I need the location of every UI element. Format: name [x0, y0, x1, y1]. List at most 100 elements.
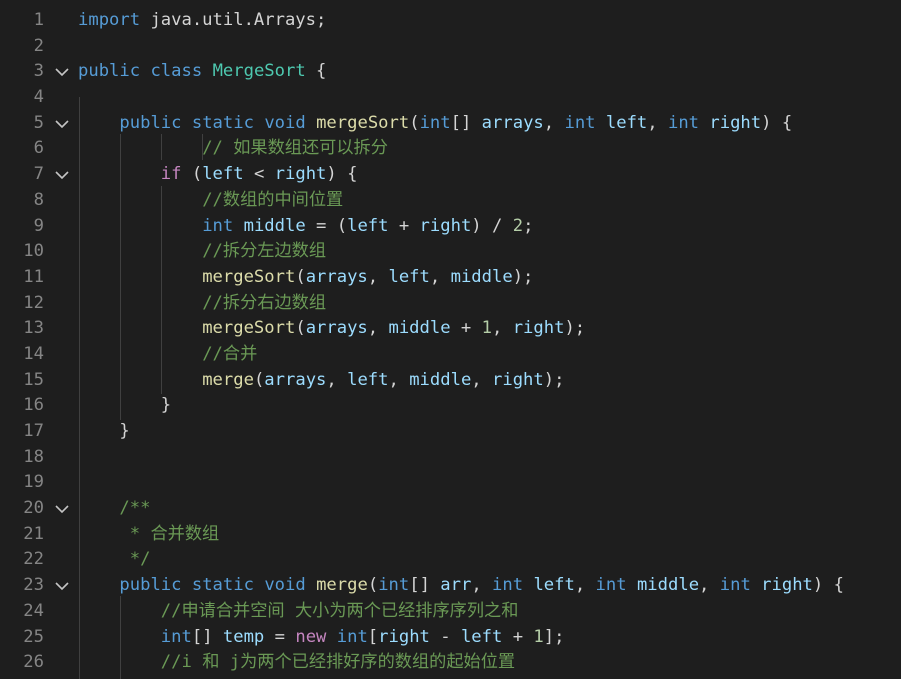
line-content: if (left < right) { [78, 162, 358, 188]
code-token: //拆分左边数组 [202, 241, 327, 262]
code-token: left [347, 369, 389, 390]
line-number: 5 [33, 112, 44, 133]
code-token: // 如果数组还可以拆分 [202, 138, 388, 159]
code-line[interactable]: 17 } [0, 419, 901, 445]
code-line[interactable]: 3 public class MergeSort { [0, 59, 901, 85]
code-line[interactable]: 24 //申请合并空间 大小为两个已经排序序列之和 [0, 599, 901, 625]
code-token: public [119, 112, 182, 133]
line-content: public class MergeSort { [78, 59, 326, 85]
code-token: int [719, 575, 751, 596]
line-content: public static void merge(int[] arr, int … [78, 573, 844, 599]
code-token: , [429, 266, 451, 287]
code-line[interactable]: 7 if (left < right) { [0, 162, 901, 188]
line-content: //合并 [78, 342, 257, 368]
code-line[interactable]: 23 public static void merge(int[] arr, i… [0, 573, 901, 599]
code-line[interactable]: 25 int[] temp = new int[right - left + 1… [0, 625, 901, 651]
line-number: 11 [23, 266, 44, 287]
code-line[interactable]: 18 [0, 445, 901, 471]
code-line[interactable]: 1 import java.util.Arrays; [0, 8, 901, 34]
line-number: 4 [33, 87, 44, 108]
code-token: } [78, 421, 130, 441]
code-token: mergeSort [202, 266, 296, 287]
code-line[interactable]: 12 //拆分右边数组 [0, 291, 901, 317]
line-number: 6 [33, 138, 44, 159]
line-content: merge(arrays, left, middle, right); [78, 368, 564, 394]
line-content: * 合并数组 [78, 522, 219, 548]
code-token: mergeSort [202, 318, 296, 339]
line-content: int middle = (left + right) / 2; [78, 214, 533, 240]
line-number: 10 [23, 241, 44, 262]
line-content: /** [78, 496, 150, 522]
chevron-down-icon[interactable] [52, 111, 72, 137]
code-line[interactable]: 15 merge(arrays, left, middle, right); [0, 368, 901, 394]
code-line[interactable]: 22 */ [0, 547, 901, 573]
code-line[interactable]: 21 * 合并数组 [0, 522, 901, 548]
code-line[interactable]: 19 [0, 470, 901, 496]
line-number: 21 [23, 523, 44, 544]
code-token: merge [202, 369, 254, 390]
code-line[interactable]: 9 int middle = (left + right) / 2; [0, 214, 901, 240]
line-number: 25 [23, 626, 44, 647]
code-token: if [160, 164, 182, 185]
code-line[interactable]: 4 [0, 85, 901, 111]
code-token: public [78, 61, 141, 82]
code-token: * 合并数组 [129, 523, 220, 544]
line-number: 9 [33, 215, 44, 236]
code-token: left [202, 164, 244, 185]
code-token: //拆分右边数组 [202, 292, 327, 313]
code-line[interactable]: 26 //i 和 j为两个已经排好序的数组的起始位置 [0, 650, 901, 676]
code-token: int [667, 112, 700, 133]
line-number: 14 [23, 343, 44, 364]
chevron-down-icon[interactable] [52, 162, 72, 188]
code-line[interactable]: 13 mergeSort(arrays, middle + 1, right); [0, 316, 901, 342]
line-number: 13 [23, 318, 44, 339]
line-number: 3 [33, 61, 44, 82]
code-token: + [450, 318, 482, 339]
code-token: new [295, 626, 327, 647]
code-token: = [264, 626, 296, 647]
line-content: mergeSort(arrays, middle + 1, right); [78, 316, 585, 342]
line-content: //数组的中间位置 [78, 188, 343, 214]
code-line[interactable]: 8 //数组的中间位置 [0, 188, 901, 214]
line-content: import java.util.Arrays; [78, 8, 326, 34]
code-token: [ [367, 626, 379, 647]
code-line[interactable]: 11 mergeSort(arrays, left, middle); [0, 265, 901, 291]
code-token: , [574, 575, 596, 596]
code-token: //数组的中间位置 [202, 189, 344, 210]
code-token: , [543, 112, 565, 133]
code-line[interactable]: 2 [0, 34, 901, 60]
code-token: left [388, 266, 430, 287]
code-token: public [119, 575, 182, 596]
code-token: , [367, 266, 389, 287]
chevron-down-icon[interactable] [52, 59, 72, 85]
code-line[interactable]: 10 //拆分左边数组 [0, 239, 901, 265]
code-token: MergeSort [212, 61, 306, 82]
code-line[interactable]: 20 /** [0, 496, 901, 522]
chevron-down-icon[interactable] [52, 573, 72, 599]
line-number: 26 [23, 652, 44, 673]
code-token: right [761, 575, 813, 596]
code-token: ); [512, 266, 534, 287]
code-line[interactable]: 5 public static void mergeSort(int[] arr… [0, 111, 901, 137]
code-line[interactable]: 14 //合并 [0, 342, 901, 368]
code-token: middle [388, 318, 451, 339]
code-line[interactable]: 6 // 如果数组还可以拆分 [0, 136, 901, 162]
code-editor[interactable]: 1 import java.util.Arrays; 2 3 public class … [0, 0, 901, 679]
code-token: middle [636, 575, 700, 596]
chevron-down-icon[interactable] [52, 496, 72, 522]
code-token: int [378, 575, 410, 596]
code-line[interactable]: 16 } [0, 393, 901, 419]
code-token: ) { [812, 575, 844, 596]
code-token: java.util.Arrays; [140, 10, 327, 30]
